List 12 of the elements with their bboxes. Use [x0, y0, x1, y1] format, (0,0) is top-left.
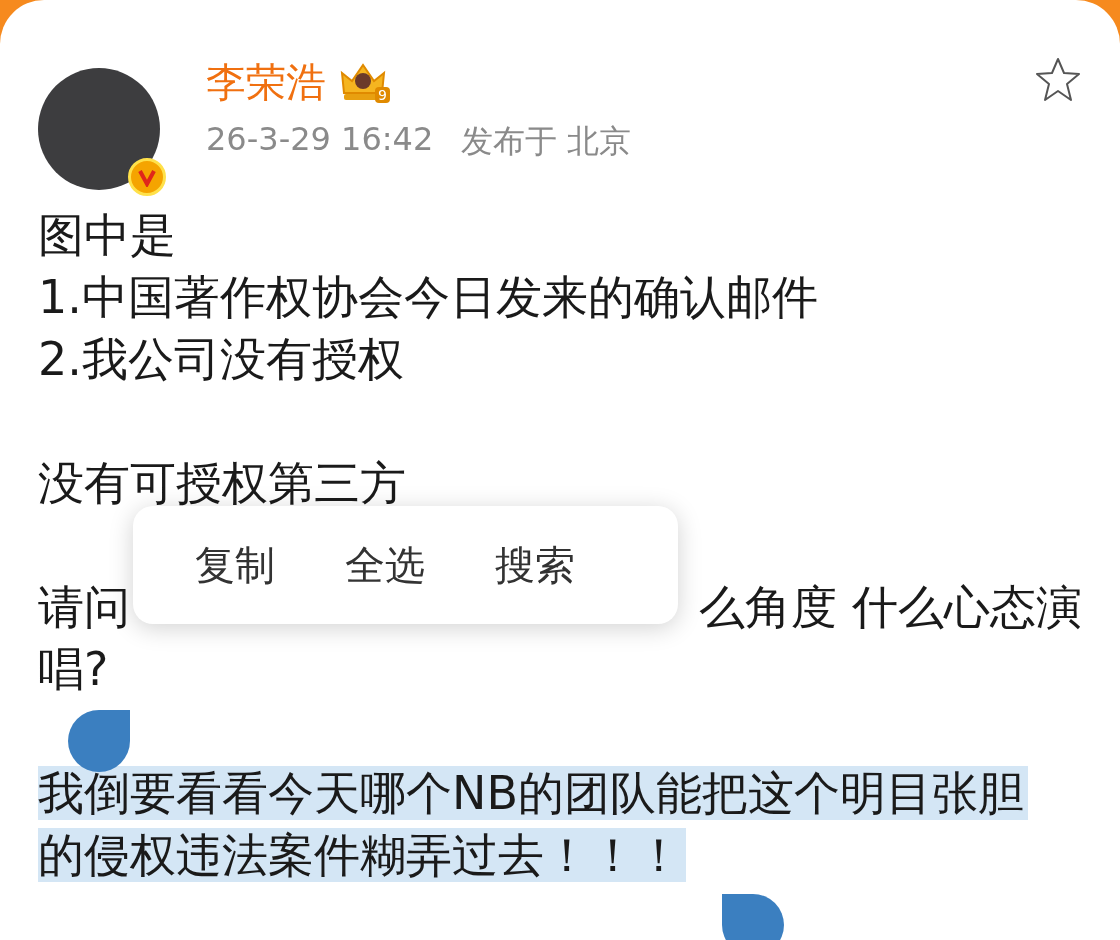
post-text: 请问 — [38, 579, 130, 636]
post-paragraph: 没有可授权第三方 — [38, 455, 407, 512]
menu-item[interactable]: 搜索 — [495, 537, 575, 593]
menu-item[interactable]: 复制 — [195, 537, 275, 593]
post-paragraph: 图中是 1.中国著作权协会今日发来的确认邮件 2.我公司没有授权 — [38, 207, 819, 388]
post-time: 26-3-29 16:42 — [206, 120, 434, 160]
post-location: 发布于 北京 — [461, 121, 632, 162]
selection-handle[interactable] — [722, 894, 784, 940]
post-text: 么角度 什么心态演 — [699, 579, 1082, 636]
post-text: 唱? — [38, 641, 110, 698]
star-icon[interactable] — [1034, 56, 1082, 104]
menu-item[interactable]: 全选 — [345, 537, 425, 593]
